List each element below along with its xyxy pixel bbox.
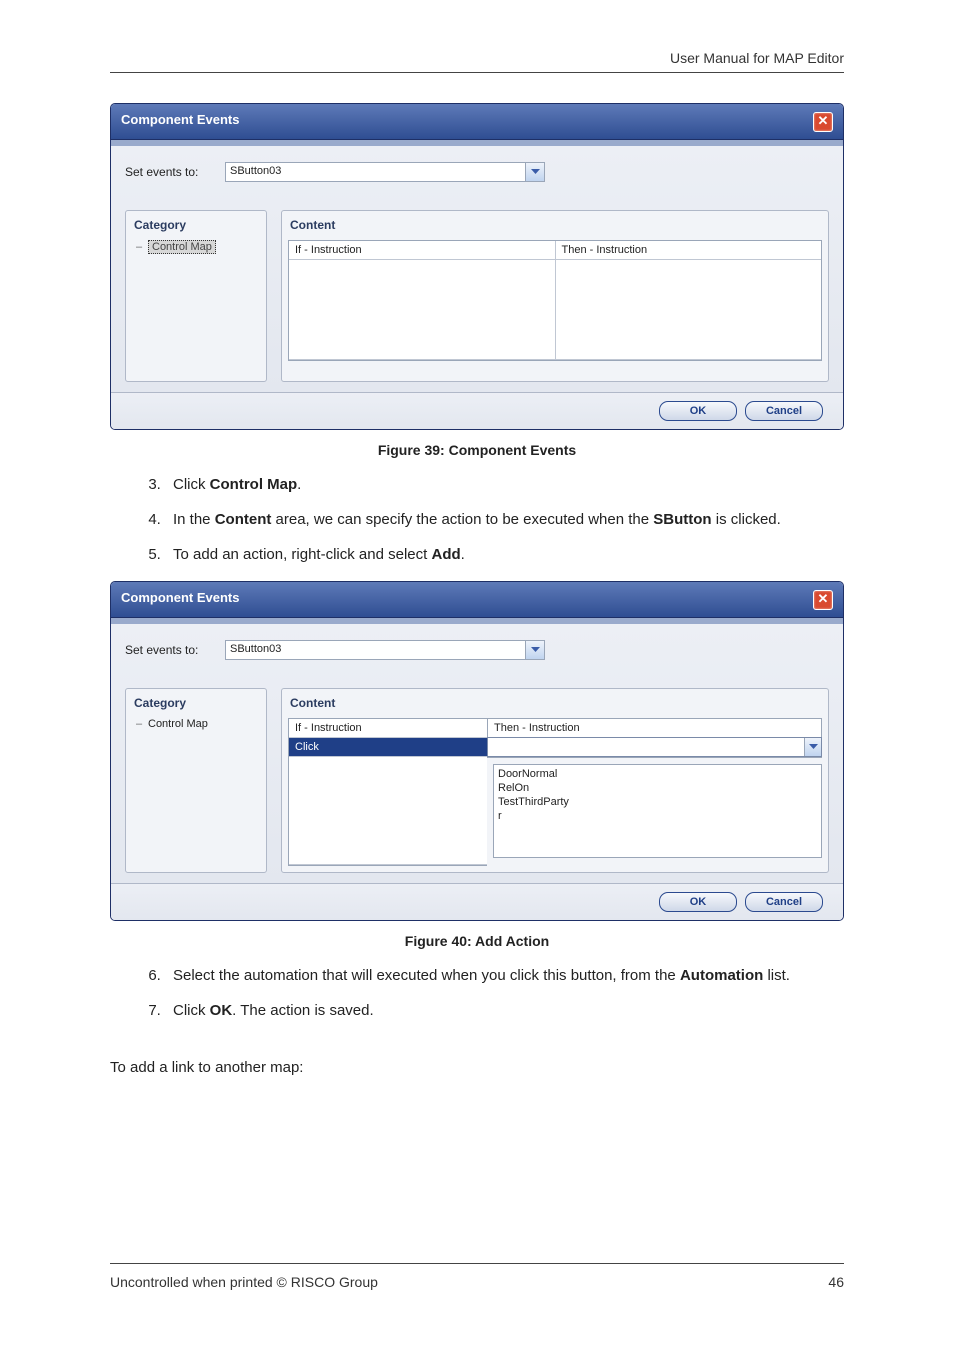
step-bold: Automation [680, 967, 763, 984]
list-item[interactable]: TestThirdParty [498, 795, 817, 809]
dialog1-titlebar: Component Events ✕ [111, 104, 843, 146]
cancel-button[interactable]: Cancel [745, 892, 823, 912]
steps-list-1: Click Control Map. In the Content area, … [110, 476, 844, 563]
cancel-button[interactable]: Cancel [745, 401, 823, 421]
close-icon[interactable]: ✕ [813, 112, 833, 132]
component-events-dialog-2: Component Events ✕ Set events to: SButto… [110, 581, 844, 921]
step-6: Select the automation that will executed… [165, 967, 844, 984]
grid-blank-cell[interactable] [289, 260, 556, 360]
close-icon[interactable]: ✕ [813, 590, 833, 610]
step-text: In the [173, 511, 215, 528]
col-if-instruction: If - Instruction [289, 719, 487, 738]
dialog1-footer: OK Cancel [111, 392, 843, 429]
step-text: list. [763, 967, 790, 984]
step-text: Click [173, 1002, 210, 1019]
steps-list-2: Select the automation that will executed… [110, 967, 844, 1019]
step-text: . The action is saved. [232, 1002, 373, 1019]
step-bold: Content [215, 511, 272, 528]
step-5: To add an action, right-click and select… [165, 546, 844, 563]
step-text: . [297, 476, 301, 493]
figure-39-caption: Figure 39: Component Events [110, 442, 844, 458]
step-text: is clicked. [712, 511, 781, 528]
chevron-down-icon[interactable] [525, 163, 544, 181]
content-panel: Content If - Instruction Then - Instruct… [281, 210, 829, 382]
grid-blank-cell[interactable] [556, 260, 822, 360]
category-control-map[interactable]: Control Map [148, 240, 216, 254]
footer-rule [110, 1263, 844, 1264]
list-item[interactable]: r [498, 809, 817, 823]
set-events-to-combo[interactable]: SButton03 [225, 162, 545, 182]
if-instruction-click[interactable]: Click [289, 738, 487, 757]
category-tree-item[interactable]: – Control Map [134, 718, 258, 730]
set-events-to-combo[interactable]: SButton03 [225, 640, 545, 660]
list-item[interactable]: RelOn [498, 781, 817, 795]
col-then-instruction: Then - Instruction [488, 719, 821, 738]
set-events-to-label: Set events to: [125, 165, 205, 179]
then-instruction-combo[interactable] [487, 737, 822, 757]
col-if-instruction: If - Instruction [289, 241, 556, 260]
content-grid-right[interactable]: Then - Instruction [487, 718, 822, 758]
dialog2-footer: OK Cancel [111, 883, 843, 920]
content-grid-left[interactable]: If - Instruction Click [288, 718, 487, 866]
step-text: Click [173, 476, 210, 493]
dialog2-titlebar: Component Events ✕ [111, 582, 843, 624]
dialog2-title: Component Events [121, 590, 239, 605]
chevron-down-icon[interactable] [525, 641, 544, 659]
component-events-dialog-1: Component Events ✕ Set events to: SButto… [110, 103, 844, 430]
page-header-title: User Manual for MAP Editor [110, 50, 844, 72]
col-then-instruction: Then - Instruction [556, 241, 822, 260]
category-panel: Category – Control Map [125, 210, 267, 382]
step-3: Click Control Map. [165, 476, 844, 493]
footer-left: Uncontrolled when printed © RISCO Group [110, 1274, 378, 1290]
category-heading: Category [126, 689, 266, 718]
step-bold: Add [431, 546, 460, 563]
category-control-map[interactable]: Control Map [148, 718, 208, 730]
step-text: area, we can specify the action to be ex… [271, 511, 653, 528]
chevron-down-icon[interactable] [804, 738, 821, 756]
set-events-to-label: Set events to: [125, 643, 205, 657]
tree-collapse-icon[interactable]: – [134, 241, 144, 253]
header-rule [110, 72, 844, 73]
content-heading: Content [282, 689, 828, 718]
content-panel: Content If - Instruction Click [281, 688, 829, 873]
link-map-paragraph: To add a link to another map: [110, 1059, 844, 1076]
page-number: 46 [828, 1274, 844, 1290]
combo-value [488, 738, 804, 756]
ok-button[interactable]: OK [659, 401, 737, 421]
category-heading: Category [126, 211, 266, 240]
step-text: To add an action, right-click and select [173, 546, 431, 563]
step-bold: OK [210, 1002, 233, 1019]
ok-button[interactable]: OK [659, 892, 737, 912]
category-panel: Category – Control Map [125, 688, 267, 873]
tree-collapse-icon[interactable]: – [134, 718, 144, 730]
combo-value: SButton03 [226, 641, 525, 659]
dialog1-title: Component Events [121, 112, 239, 127]
grid-blank-cell[interactable] [289, 757, 487, 865]
list-item[interactable]: DoorNormal [498, 767, 817, 781]
content-grid[interactable]: If - Instruction Then - Instruction [288, 240, 822, 361]
then-instruction-combo-cell[interactable] [488, 738, 821, 757]
step-text: Select the automation that will executed… [173, 967, 680, 984]
step-4: In the Content area, we can specify the … [165, 511, 844, 528]
step-7: Click OK. The action is saved. [165, 1002, 844, 1019]
step-text: . [461, 546, 465, 563]
figure-40-caption: Figure 40: Add Action [110, 933, 844, 949]
combo-value: SButton03 [226, 163, 525, 181]
step-bold: Control Map [210, 476, 298, 493]
content-heading: Content [282, 211, 828, 240]
automation-listbox[interactable]: DoorNormal RelOn TestThirdParty r [493, 764, 822, 858]
category-tree-item[interactable]: – Control Map [134, 240, 258, 254]
step-bold: SButton [653, 511, 711, 528]
